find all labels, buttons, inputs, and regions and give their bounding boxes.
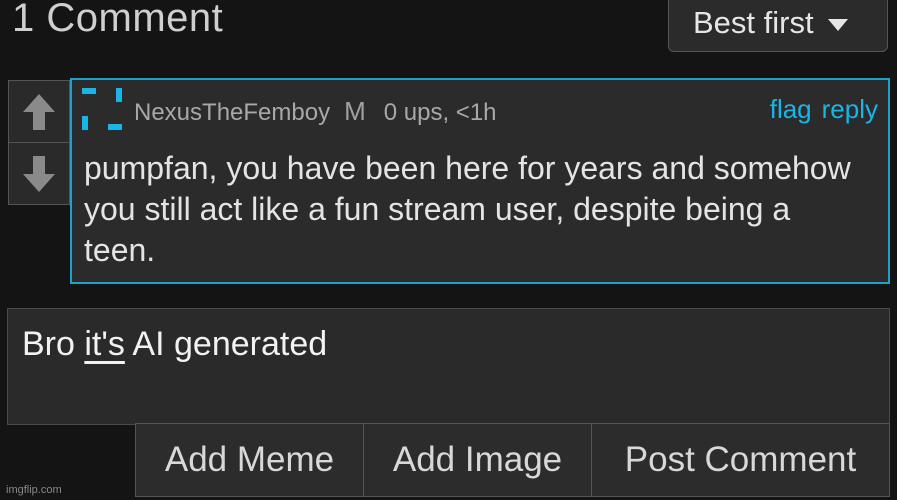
flag-link[interactable]: flag bbox=[770, 94, 812, 124]
comment-stats: 0 ups, <1h bbox=[383, 99, 497, 126]
arrow-down-icon bbox=[23, 155, 55, 192]
comment-button-row: Add Meme Add Image Post Comment bbox=[135, 423, 890, 497]
post-comment-button[interactable]: Post Comment bbox=[592, 424, 889, 496]
comment-actions: flag reply bbox=[760, 94, 878, 125]
reply-text-spellcheck: it's bbox=[84, 325, 125, 363]
downvote-button[interactable] bbox=[9, 143, 69, 204]
upvote-button[interactable] bbox=[9, 81, 69, 143]
comment-count-title: 1 Comment bbox=[12, 0, 224, 40]
add-image-button[interactable]: Add Image bbox=[364, 424, 592, 496]
vote-box bbox=[8, 80, 70, 205]
reply-textarea[interactable]: Bro it's AI generated bbox=[7, 308, 890, 425]
avatar[interactable] bbox=[80, 86, 124, 130]
comment-text: pumpfan, you have been here for years an… bbox=[84, 150, 851, 268]
comment-author-link[interactable]: NexusTheFemboy bbox=[134, 99, 330, 126]
comment-card: NexusTheFemboy M 0 ups, <1h flag reply pump… bbox=[70, 78, 890, 284]
reply-text-after: AI generated bbox=[124, 325, 328, 363]
author-gender: M bbox=[344, 96, 366, 126]
reply-link[interactable]: reply bbox=[822, 94, 878, 124]
watermark: imgflip.com bbox=[6, 484, 62, 496]
sort-dropdown[interactable]: Best first bbox=[668, 0, 888, 52]
reply-text-before: Bro bbox=[22, 325, 85, 363]
add-meme-button[interactable]: Add Meme bbox=[136, 424, 364, 496]
chevron-down-icon bbox=[827, 19, 848, 31]
sort-dropdown-label: Best first bbox=[693, 5, 814, 40]
comment-meta: NexusTheFemboy M 0 ups, <1h bbox=[134, 96, 497, 127]
arrow-up-icon bbox=[23, 93, 55, 130]
